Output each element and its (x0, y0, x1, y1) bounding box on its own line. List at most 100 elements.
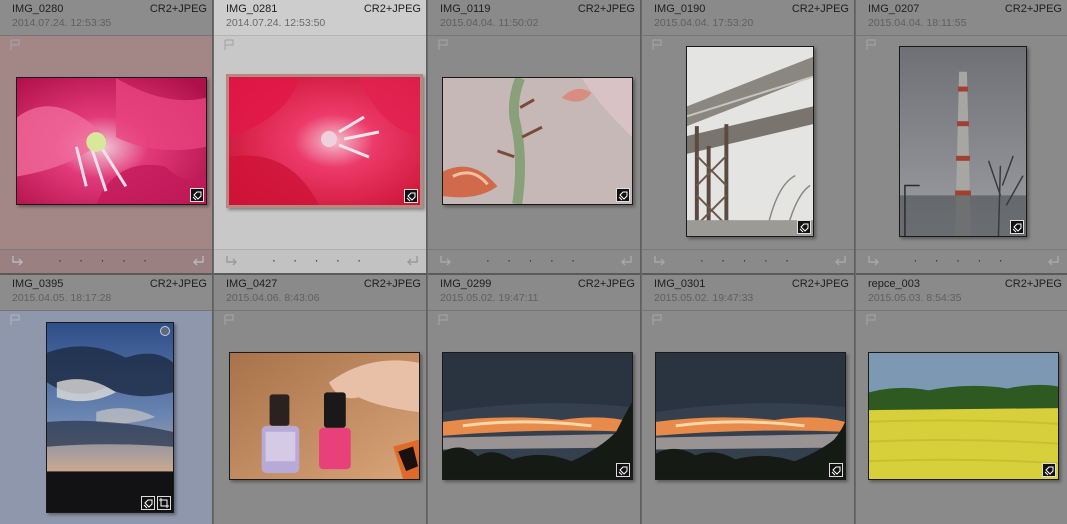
keyword-tag-icon[interactable] (404, 189, 418, 203)
flag-icon[interactable] (223, 39, 235, 51)
cell-header: IMG_0119 CR2+JPEG 2015.04.04. 11:50:02 (428, 0, 640, 36)
flag-icon[interactable] (437, 314, 449, 326)
rating-dots[interactable]: · · · · · (58, 253, 154, 267)
thumbnail[interactable] (229, 352, 420, 480)
cell-header: IMG_0427 CR2+JPEG 2015.04.06. 8:43:06 (214, 275, 426, 311)
cell-header: repce_003 CR2+JPEG 2015.05.03. 8:54:35 (856, 275, 1067, 311)
rotate-right-icon[interactable] (405, 254, 421, 268)
thumbnail[interactable] (686, 46, 814, 237)
file-format: CR2+JPEG (1004, 3, 1062, 15)
photo-sunset-clouds (443, 353, 632, 479)
photo-pink-flower (17, 78, 206, 204)
cell-header: IMG_0395 CR2+JPEG 2015.04.05. 18:17:28 (0, 275, 212, 311)
flag-icon[interactable] (865, 314, 877, 326)
thumbnail[interactable] (655, 352, 846, 480)
file-name: IMG_0281 (226, 3, 278, 15)
cell-header: IMG_0190 CR2+JPEG 2015.04.04. 17:53:20 (642, 0, 854, 36)
cell-header: IMG_0207 CR2+JPEG 2015.04.04. 18:11:55 (856, 0, 1067, 36)
rotate-right-icon[interactable] (619, 254, 635, 268)
rating-dots[interactable]: · · · · · (913, 253, 1009, 267)
thumbnail[interactable] (868, 352, 1059, 480)
file-name: IMG_0299 (440, 278, 492, 290)
capture-date: 2015.05.02. 19:47:11 (440, 292, 539, 304)
rotate-left-icon[interactable] (651, 254, 667, 268)
cell-footer: · · · · · (0, 249, 212, 273)
keyword-tag-icon[interactable] (1010, 220, 1024, 234)
photo-rose-stem (443, 78, 632, 204)
cell-header: IMG_0281 CR2+JPEG 2014.07.24. 12:53:50 (214, 0, 426, 36)
grid-cell[interactable]: IMG_0119 CR2+JPEG 2015.04.04. 11:50:02 ·… (428, 0, 641, 273)
photo-sunset-clouds (656, 353, 845, 479)
grid-cell[interactable]: IMG_0280 CR2+JPEG 2014.07.24. 12:53:35 ·… (0, 0, 213, 273)
file-format: CR2+JPEG (149, 3, 207, 15)
cell-header: IMG_0301 CR2+JPEG 2015.05.02. 19:47:33 (642, 275, 854, 311)
cell-footer: · · · · · (642, 249, 854, 273)
rating-dots[interactable]: · · · · · (272, 253, 368, 267)
file-name: IMG_0395 (12, 278, 64, 290)
grid-cell[interactable]: repce_003 CR2+JPEG 2015.05.03. 8:54:35 (856, 273, 1067, 524)
keyword-tag-icon[interactable] (190, 188, 204, 202)
flag-icon[interactable] (865, 39, 877, 51)
file-name: repce_003 (868, 278, 920, 290)
keyword-tag-icon[interactable] (616, 463, 630, 477)
photo-nail-polish (230, 353, 419, 479)
rotate-left-icon[interactable] (437, 254, 453, 268)
photo-pink-flower (229, 77, 420, 205)
flag-icon[interactable] (437, 39, 449, 51)
rotate-right-icon[interactable] (191, 254, 207, 268)
thumbnail[interactable] (442, 352, 633, 480)
crop-badge-icon[interactable] (157, 496, 171, 510)
grid-cell[interactable]: IMG_0207 CR2+JPEG 2015.04.04. 18:11:55 ·… (856, 0, 1067, 273)
capture-date: 2015.04.06. 8:43:06 (226, 292, 320, 304)
capture-date: 2015.04.05. 18:17:28 (12, 292, 112, 304)
library-grid: IMG_0280 CR2+JPEG 2014.07.24. 12:53:35 ·… (0, 0, 1067, 524)
keyword-tag-icon[interactable] (1042, 463, 1056, 477)
file-format: CR2+JPEG (791, 3, 849, 15)
cell-footer: · · · · · (214, 249, 426, 273)
keyword-tag-icon[interactable] (797, 220, 811, 234)
grid-cell[interactable]: IMG_0190 CR2+JPEG 2015.04.04. 17:53:20 ·… (642, 0, 855, 273)
keyword-tag-icon[interactable] (141, 496, 155, 510)
thumbnail-selected[interactable] (226, 74, 423, 208)
rotate-left-icon[interactable] (223, 254, 239, 268)
rating-dots[interactable]: · · · · · (700, 253, 796, 267)
rating-dots[interactable]: · · · · · (486, 253, 582, 267)
file-name: IMG_0119 (440, 3, 491, 15)
photo-pipeline (687, 47, 813, 236)
cell-header: IMG_0299 CR2+JPEG 2015.05.02. 19:47:11 (428, 275, 640, 311)
file-format: CR2+JPEG (1004, 278, 1062, 290)
file-format: CR2+JPEG (577, 278, 635, 290)
capture-date: 2014.07.24. 12:53:35 (12, 17, 112, 29)
flag-icon[interactable] (651, 314, 663, 326)
rotate-left-icon[interactable] (9, 254, 25, 268)
capture-date: 2015.04.04. 18:11:55 (868, 17, 967, 29)
thumbnail[interactable] (442, 77, 633, 205)
thumbnail[interactable] (899, 46, 1027, 237)
grid-cell[interactable]: IMG_0395 CR2+JPEG 2015.04.05. 18:17:28 (0, 273, 213, 524)
thumbnail[interactable] (46, 322, 174, 513)
capture-date: 2014.07.24. 12:53:50 (226, 17, 326, 29)
keyword-tag-icon[interactable] (829, 463, 843, 477)
rotate-left-icon[interactable] (865, 254, 881, 268)
file-format: CR2+JPEG (363, 3, 421, 15)
flag-icon[interactable] (223, 314, 235, 326)
flag-icon[interactable] (9, 314, 21, 326)
flag-icon[interactable] (9, 39, 21, 51)
rotate-right-icon[interactable] (1046, 254, 1062, 268)
thumbnail[interactable] (16, 77, 207, 205)
grid-cell[interactable]: IMG_0301 CR2+JPEG 2015.05.02. 19:47:33 (642, 273, 855, 524)
grid-cell[interactable]: IMG_0299 CR2+JPEG 2015.05.02. 19:47:11 (428, 273, 641, 524)
capture-date: 2015.04.04. 17:53:20 (654, 17, 754, 29)
grid-cell[interactable]: IMG_0427 CR2+JPEG 2015.04.06. 8:43:06 (214, 273, 427, 524)
capture-date: 2015.05.02. 19:47:33 (654, 292, 754, 304)
rotate-right-icon[interactable] (833, 254, 849, 268)
cell-footer: · · · · · (428, 249, 640, 273)
file-format: CR2+JPEG (791, 278, 849, 290)
grid-cell-selected[interactable]: IMG_0281 CR2+JPEG 2014.07.24. 12:53:50 ·… (214, 0, 427, 273)
file-name: IMG_0301 (654, 278, 706, 290)
flag-icon[interactable] (651, 39, 663, 51)
keyword-tag-icon[interactable] (616, 188, 630, 202)
selection-circle-icon[interactable] (160, 326, 170, 336)
file-name: IMG_0427 (226, 278, 278, 290)
file-format: CR2+JPEG (149, 278, 207, 290)
